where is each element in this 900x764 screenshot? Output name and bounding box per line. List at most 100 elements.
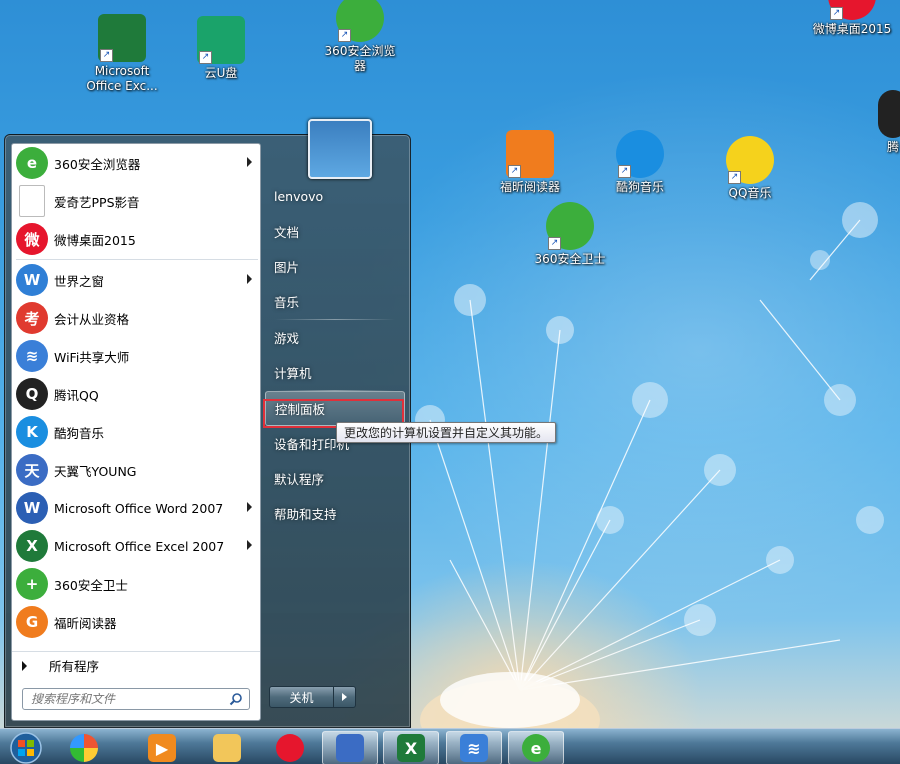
program-label: 360安全卫士 (54, 577, 128, 593)
shortcut-arrow-icon: ↗ (830, 7, 843, 20)
file-icon (19, 185, 45, 217)
search-input[interactable] (23, 689, 218, 709)
program-label: Microsoft Office Word 2007 (54, 500, 224, 516)
places-item-label: lenvovo (274, 189, 324, 204)
program-item[interactable]: ≋ WiFi共享大师 (12, 337, 262, 375)
taskbar-button-wifi[interactable]: ≋ (446, 731, 502, 764)
shortcut-arrow-icon: ↗ (548, 237, 561, 250)
desktop-icon-label: 云U盘 (204, 66, 238, 80)
kugou-icon: K (16, 416, 48, 448)
desktop-icon-foxit[interactable]: ↗ 福昕阅读器 (490, 130, 570, 195)
pinned-program-list: e 360安全浏览器 爱奇艺PPS影音微微博桌面2015 W 世界之窗考会计从业资格 ≋ W… (12, 144, 262, 641)
program-item[interactable]: W Microsoft Office Word 2007 (12, 489, 262, 527)
program-label: 爱奇艺PPS影音 (54, 194, 140, 210)
desktop-icon-360-guard[interactable]: ↗ 360安全卫士 (530, 202, 610, 267)
tencent-icon (878, 90, 900, 138)
program-item[interactable]: W 世界之窗 (12, 261, 262, 299)
places-item-user[interactable]: lenvovo (265, 179, 405, 214)
program-item[interactable]: 微微博桌面2015 (12, 220, 262, 258)
shortcut-arrow-icon: ↗ (338, 29, 351, 42)
desktop-icon-kugou[interactable]: ↗ 酷狗音乐 (600, 130, 680, 195)
submenu-arrow-icon[interactable] (247, 157, 252, 167)
taskbar-button-weibo[interactable] (262, 731, 318, 764)
desktop-icon-360-browser[interactable]: ↗ 360安全浏览器 (320, 0, 400, 74)
desktop-icon-label: 360安全浏览器 (324, 44, 396, 73)
program-item[interactable]: 天天翼飞YOUNG (12, 451, 262, 489)
shortcut-arrow-icon: ↗ (618, 165, 631, 178)
desktop-icon-weibo[interactable]: ↗ 微博桌面2015 (812, 0, 892, 37)
taskbar-button-360-browser[interactable]: e (508, 731, 564, 764)
program-label: 酷狗音乐 (54, 425, 105, 441)
places-item-default-programs[interactable]: 默认程序 (265, 461, 405, 496)
program-item[interactable]: K 酷狗音乐 (12, 413, 262, 451)
shutdown-button[interactable]: 关机 (269, 686, 334, 708)
desktop-icon-cloud-disk[interactable]: ↗ 云U盘 (181, 16, 261, 81)
desktop-icon-label: 福昕阅读器 (499, 180, 560, 194)
360-browser-icon: e (522, 734, 550, 762)
desktop-icon-tencent[interactable]: 腾 (878, 90, 900, 155)
taskbar: ▶ X ≋ e (0, 728, 900, 764)
taskbar-button-picasa[interactable] (56, 731, 112, 764)
shutdown-options-button[interactable] (334, 686, 356, 708)
360-browser-icon: e (16, 147, 48, 179)
program-item[interactable]: +360安全卫士 (12, 565, 262, 603)
program-item[interactable]: 考会计从业资格 (12, 299, 262, 337)
program-label: WiFi共享大师 (54, 349, 130, 365)
cloud-disk-icon: ↗ (197, 16, 245, 64)
desktop-icon-excel[interactable]: ↗ Microsoft Office Exc... (82, 14, 162, 94)
wifi-icon: ≋ (16, 340, 48, 372)
desktop-icon-label: 腾 (886, 140, 899, 154)
submenu-arrow-icon[interactable] (247, 274, 252, 284)
desktop-icon-label: 360安全卫士 (534, 252, 606, 266)
places-item-documents[interactable]: 文档 (265, 214, 405, 249)
weibo-icon (276, 734, 304, 762)
program-label: 世界之窗 (54, 273, 105, 289)
taskbar-button-excel[interactable]: X (383, 731, 439, 764)
program-label: Microsoft Office Excel 2007 (54, 538, 225, 554)
program-item[interactable]: G 福昕阅读器 (12, 603, 262, 641)
start-menu-places-pane: lenvovo 文档 图片 音乐 游戏 计算机 控制面板 设备和打印机 默认程序… (265, 179, 405, 531)
qq-music-icon: ↗ (726, 136, 774, 184)
user-picture[interactable] (308, 119, 372, 179)
program-item[interactable]: e 360安全浏览器 (12, 144, 262, 182)
shortcut-arrow-icon: ↗ (508, 165, 521, 178)
places-item-music[interactable]: 音乐 (265, 284, 405, 319)
desktop-icon-label: 酷狗音乐 (615, 180, 664, 194)
wifi-icon: ≋ (460, 734, 488, 762)
desktop-icon-label: 微博桌面2015 (812, 22, 892, 36)
all-programs-label: 所有程序 (49, 659, 100, 674)
taskbar-button-explorer[interactable] (199, 731, 255, 764)
program-label: 微博桌面2015 (54, 232, 136, 248)
windows-start-orb-icon[interactable] (6, 731, 46, 764)
foxit-reader-icon: G (16, 606, 48, 638)
all-programs-button[interactable]: 所有程序 (12, 651, 260, 679)
places-item-help-support[interactable]: 帮助和支持 (265, 496, 405, 531)
submenu-arrow-icon[interactable] (247, 540, 252, 550)
search-icon[interactable] (229, 692, 243, 706)
weibo-icon: 微 (16, 223, 48, 255)
program-item[interactable]: X Microsoft Office Excel 2007 (12, 527, 262, 565)
places-item-computer[interactable]: 计算机 (265, 355, 405, 390)
program-label: 360安全浏览器 (54, 156, 141, 172)
desktop-icon-qq-music[interactable]: ↗ QQ音乐 (710, 136, 790, 201)
tianyi-icon (336, 734, 364, 762)
start-search-box[interactable] (22, 688, 250, 710)
exam-icon: 考 (16, 302, 48, 334)
places-item-games[interactable]: 游戏 (265, 320, 405, 355)
desktop-icon-label: QQ音乐 (728, 186, 772, 200)
submenu-arrow-icon[interactable] (247, 502, 252, 512)
excel-icon: ↗ (98, 14, 146, 62)
places-item-pictures[interactable]: 图片 (265, 249, 405, 284)
theworld-browser-icon: W (16, 264, 48, 296)
taskbar-button-tianyi[interactable] (322, 731, 378, 764)
places-item-label: 游戏 (274, 331, 300, 346)
program-label: 腾讯QQ (54, 387, 99, 403)
weibo-icon: ↗ (828, 0, 876, 20)
taskbar-button-video[interactable]: ▶ (134, 731, 190, 764)
file-explorer-icon (213, 734, 241, 762)
program-item[interactable]: 爱奇艺PPS影音 (12, 182, 262, 220)
places-item-label: 默认程序 (274, 472, 325, 487)
places-item-label: 图片 (274, 260, 300, 275)
program-item[interactable]: Q 腾讯QQ (12, 375, 262, 413)
program-label: 天翼飞YOUNG (54, 463, 137, 479)
